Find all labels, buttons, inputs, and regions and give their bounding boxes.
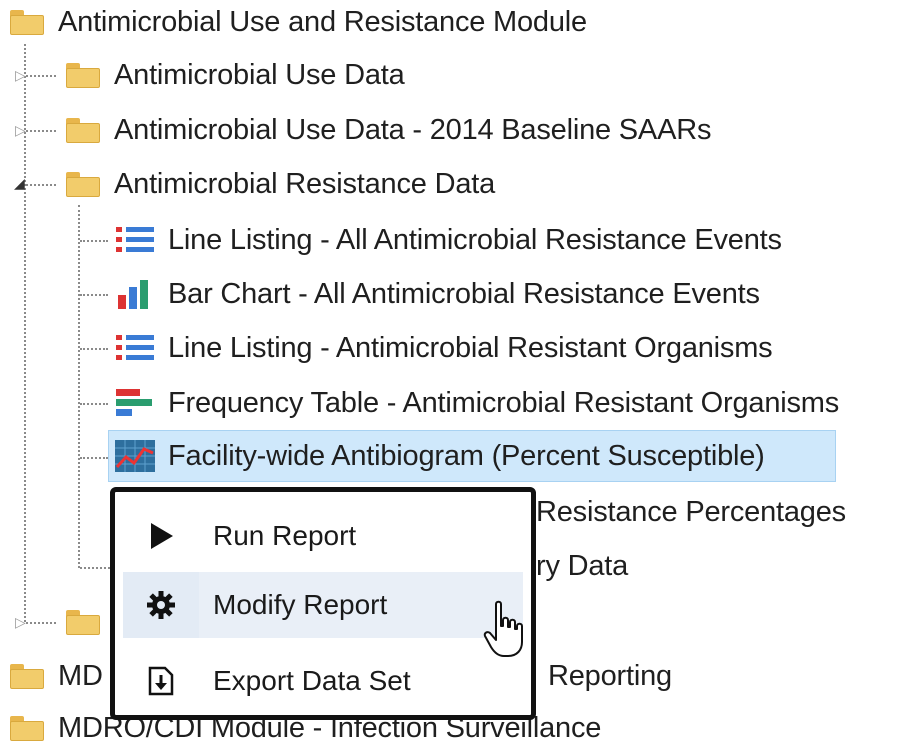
tree-folder-label: Antimicrobial Use Data - 2014 Baseline S… [114,113,712,146]
tree-folder-label: MD [58,659,103,692]
tree-report-label: Resistance Percentages [536,495,846,528]
tree-folder-collapsed[interactable] [66,600,114,644]
folder-icon [10,8,46,36]
frequency-table-icon [116,389,152,416]
hand-cursor-icon [483,600,523,657]
tree-report-label: Facility-wide Antibiogram (Percent Susce… [168,439,765,472]
tree-connector [80,240,108,242]
tree-report-resistance-percentages[interactable]: Resistance Percentages [536,490,846,534]
tree-connector [26,130,56,132]
tree-report-antibiogram[interactable]: Facility-wide Antibiogram (Percent Susce… [114,434,765,478]
tree-folder-mdro-reporting[interactable]: MD [10,654,103,698]
tree-report-summary-data[interactable]: ry Data [536,544,628,588]
tree-root-folder[interactable]: Antimicrobial Use and Resistance Module [10,0,587,44]
tree-connector [78,205,80,568]
expand-toggle-icon[interactable]: ▷ [15,615,26,629]
tree-report-label: Bar Chart - All Antimicrobial Resistance… [168,277,760,310]
line-listing-icon [116,335,154,360]
tree-report-label: Frequency Table - Antimicrobial Resistan… [168,386,840,419]
tree-connector [26,75,56,77]
menu-item-label: Export Data Set [213,665,411,696]
tree-report-line-listing-events[interactable]: Line Listing - All Antimicrobial Resista… [114,218,782,262]
tree-report-label: Line Listing - All Antimicrobial Resista… [168,223,782,256]
menu-item-label: Modify Report [213,589,388,620]
tree-folder-label: Antimicrobial Use Data [114,58,405,91]
menu-item-modify-report[interactable]: Modify Report [123,572,523,638]
menu-item-label: Run Report [213,520,357,551]
folder-icon [66,61,102,89]
folder-icon [10,714,46,742]
tree-connector [80,457,108,459]
bar-chart-icon [118,280,148,309]
tree-connector [26,184,56,186]
tree-folder-label: Antimicrobial Resistance Data [114,167,496,200]
context-menu: Run Report Modify Report Export Data Set [110,487,536,720]
folder-icon [10,662,46,690]
collapse-toggle-icon[interactable]: ◢ [14,176,25,190]
tree-connector [80,403,108,405]
folder-icon [66,170,102,198]
tree-connector [80,348,108,350]
tree-report-frequency-table[interactable]: Frequency Table - Antimicrobial Resistan… [114,381,839,425]
menu-item-run-report[interactable]: Run Report [123,503,523,569]
line-listing-icon [116,227,154,252]
export-icon [123,648,199,714]
tree-folder-antimicrobial-use[interactable]: Antimicrobial Use Data [66,53,405,97]
tree-folder-baseline-saars[interactable]: Antimicrobial Use Data - 2014 Baseline S… [66,108,711,152]
tree-report-label: ry Data [536,549,629,582]
tree-folder-resistance-data[interactable]: Antimicrobial Resistance Data [66,162,495,206]
expand-toggle-icon[interactable]: ▷ [15,68,26,82]
tree-connector [26,622,56,624]
tree-report-label: Line Listing - Antimicrobial Resistant O… [168,331,773,364]
tree-connector [80,294,108,296]
menu-item-export-data-set[interactable]: Export Data Set [123,648,523,714]
folder-icon [66,608,102,636]
antibiogram-icon [115,440,155,472]
tree-connector [80,567,110,569]
tree-root-label: Antimicrobial Use and Resistance Module [58,5,587,38]
tree-folder-label-tail: Reporting [548,659,672,692]
tree-report-line-listing-organisms[interactable]: Line Listing - Antimicrobial Resistant O… [114,326,773,370]
tree-folder-mdro-reporting-tail: Reporting [548,654,672,698]
gear-icon [123,572,199,638]
play-icon [123,503,199,569]
tree-report-bar-chart-events[interactable]: Bar Chart - All Antimicrobial Resistance… [114,272,760,316]
expand-toggle-icon[interactable]: ▷ [15,123,26,137]
folder-icon [66,116,102,144]
